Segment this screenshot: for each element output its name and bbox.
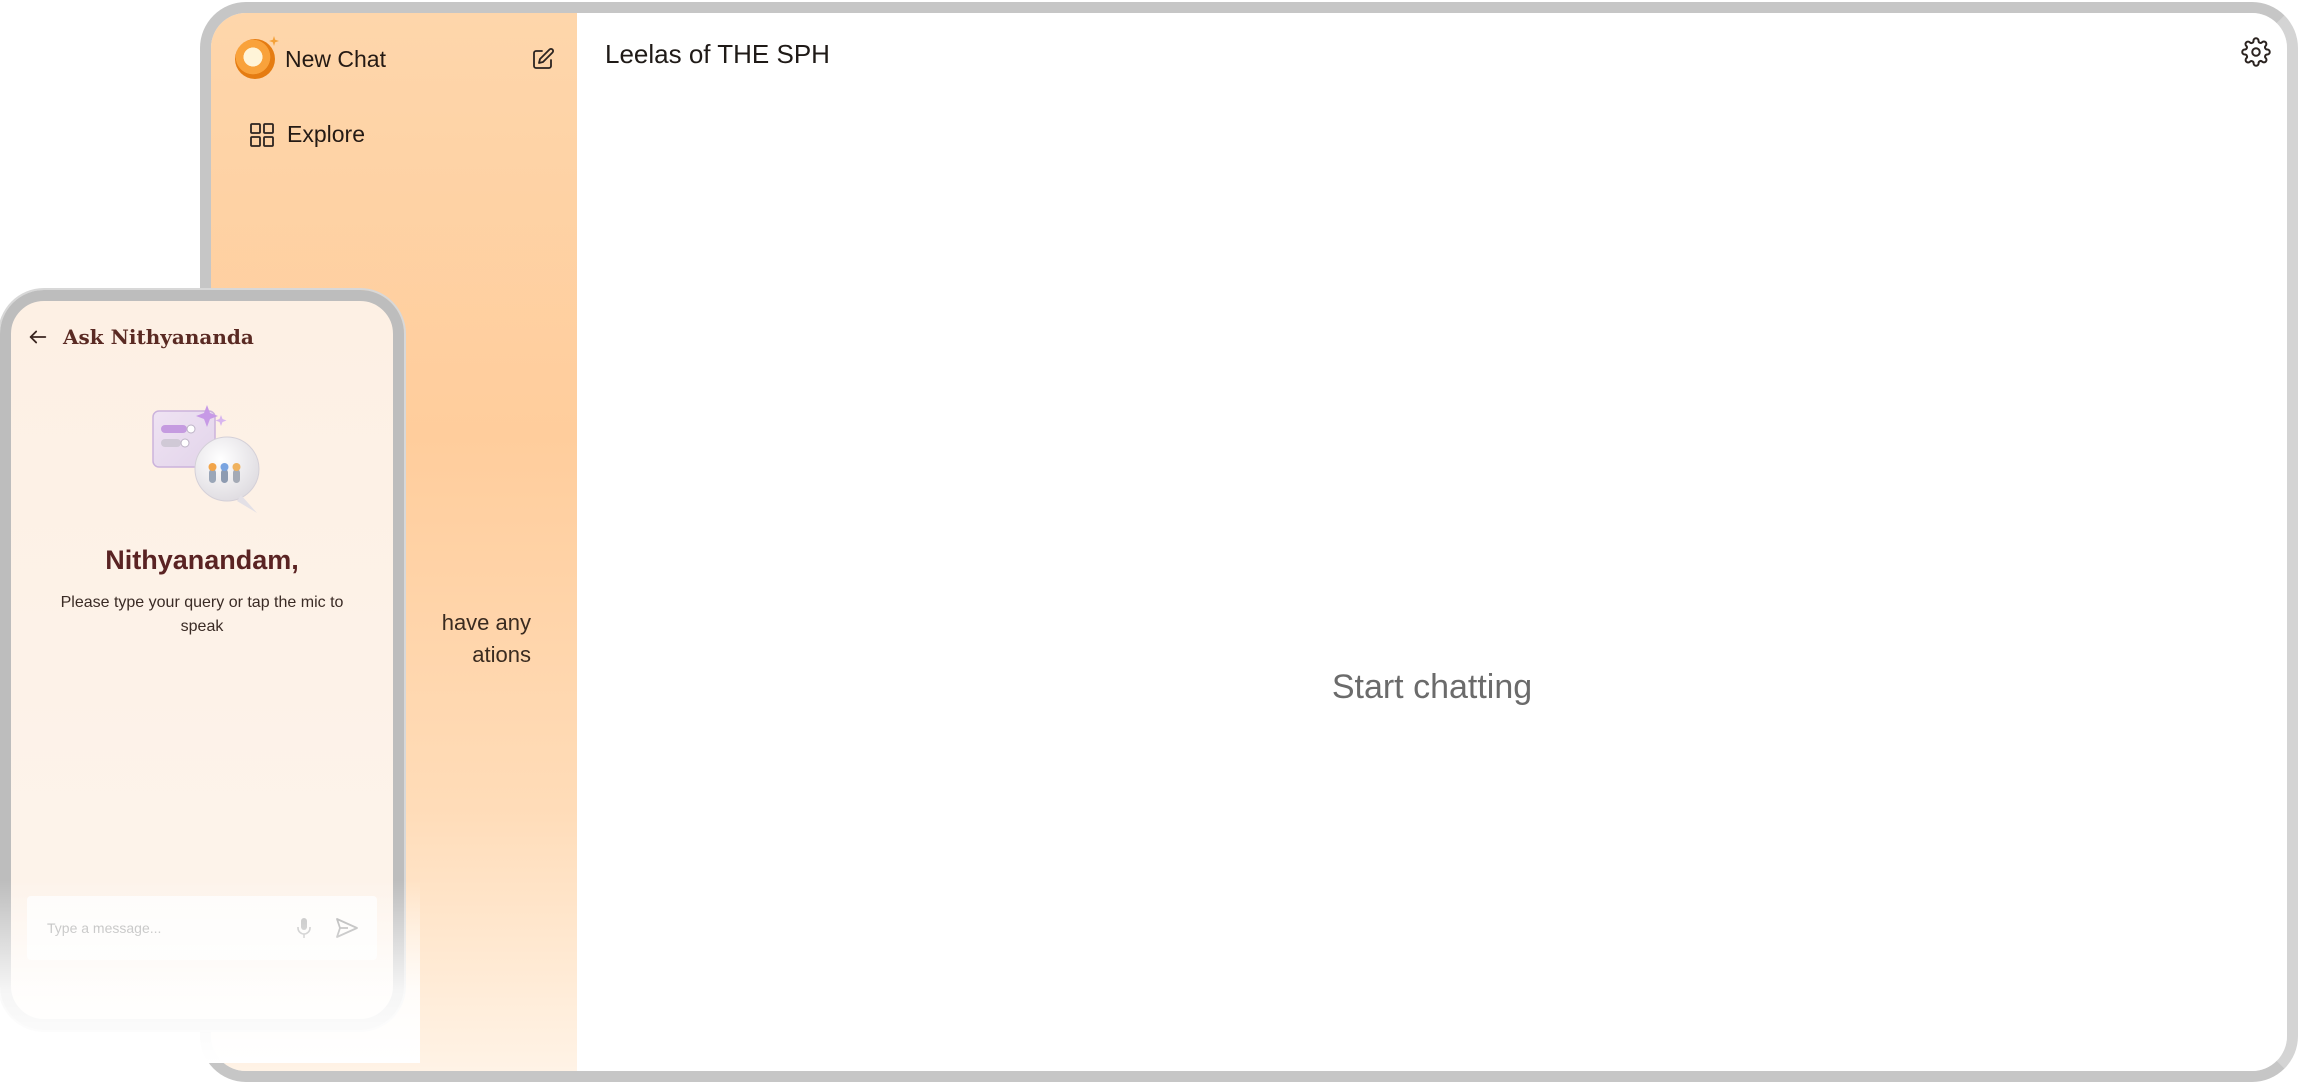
edit-icon[interactable] (531, 47, 555, 71)
phone-title: Ask Nithyananda (63, 325, 254, 349)
sidebar-item-explore[interactable]: Explore (249, 121, 365, 148)
greeting-subtext: Please type your query or tap the mic to… (60, 594, 344, 635)
send-icon[interactable] (335, 917, 359, 939)
desktop-app: New Chat Explore have any ations Leelas … (211, 13, 2287, 1071)
grid-icon (250, 122, 274, 147)
sidebar-header: New Chat (235, 37, 555, 81)
explore-label: Explore (287, 121, 365, 147)
greeting-heading: Nithyanandam, (105, 545, 299, 575)
arrow-left-icon[interactable] (27, 326, 49, 348)
message-input[interactable] (45, 919, 287, 937)
mic-icon[interactable] (295, 917, 313, 939)
avatar (235, 39, 275, 79)
phone-device-frame: Ask Nithyananda Nithyanandam, Please typ… (0, 290, 404, 1030)
new-chat-label[interactable]: New Chat (285, 46, 386, 73)
phone-header: Ask Nithyananda (27, 325, 254, 349)
main-panel: Leelas of THE SPH Start chatting (577, 13, 2287, 1071)
message-composer (27, 896, 377, 960)
desktop-device-frame: New Chat Explore have any ations Leelas … (200, 2, 2298, 1082)
phone-app: Ask Nithyananda Nithyanandam, Please typ… (11, 301, 393, 1019)
page-title: Leelas of THE SPH (605, 39, 830, 69)
chat-illustration-icon (152, 405, 260, 513)
empty-state-text: Start chatting (1331, 668, 1533, 706)
gear-icon[interactable] (2241, 37, 2271, 67)
